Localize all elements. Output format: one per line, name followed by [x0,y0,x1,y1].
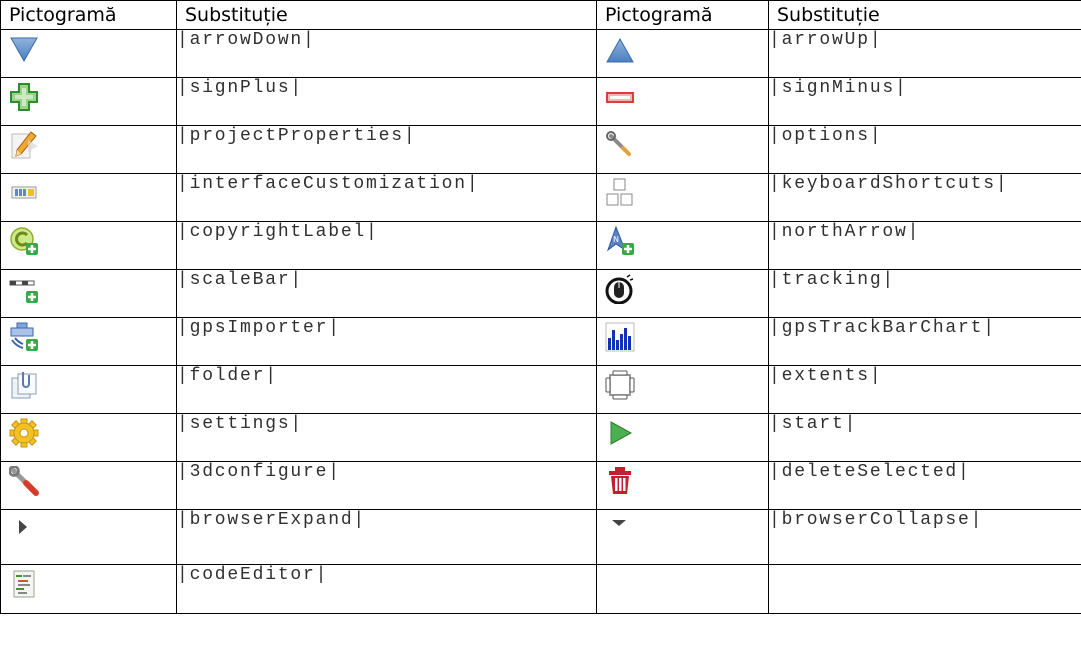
substitution-code: |extents| [768,365,1081,414]
icon-cell [0,365,177,414]
extents-icon [605,370,635,400]
tracking-mouse-icon [605,274,634,304]
icon-cell [596,77,769,126]
substitution-code: |browserExpand| [176,509,597,565]
substitution-code: |gpsImporter| [176,317,597,366]
icon-cell [596,173,769,222]
icon-cell [596,365,769,414]
substitution-code: |projectProperties| [176,125,597,174]
table-row: |arrowDown| |arrowUp| [0,29,1081,78]
icon-cell [596,29,769,78]
table-row: |scaleBar| |tracking| [0,269,1081,318]
arrow-up-icon [606,37,634,63]
header-icon-left: Pictogramă [0,0,177,30]
icon-cell [0,269,177,318]
table-row: |3dconfigure| |deleteSelected| [0,461,1081,510]
code-editor-icon [13,570,35,598]
substitution-code: |northArrow| [768,221,1081,270]
substitution-code: |signPlus| [176,77,597,126]
triangle-right-icon [19,520,27,534]
table-row: |codeEditor| [0,564,1081,614]
icon-cell [0,564,177,614]
gps-import-add-icon [10,322,38,351]
icon-cell [0,317,177,366]
sign-plus-icon [10,83,38,111]
keyboard-squares-icon [606,178,633,206]
substitution-code: |tracking| [768,269,1081,318]
trash-icon [609,467,631,494]
substitution-code: |folder| [176,365,597,414]
bar-chart-icon [605,322,635,352]
table-row: |gpsImporter| |gpsTrackBarChart| [0,317,1081,366]
arrow-down-icon [10,37,38,63]
icon-substitution-table: Pictogramă Substituție Pictogramă Substi… [0,0,1081,614]
header-icon-right: Pictogramă [596,0,769,30]
substitution-code: |signMinus| [768,77,1081,126]
icon-cell [0,77,177,126]
substitution-code: |options| [768,125,1081,174]
table-row: |copyrightLabel| N |northArrow| [0,221,1081,270]
scalebar-add-icon [9,280,38,303]
table-row: |interfaceCustomization| |keyboardShortc… [0,173,1081,222]
substitution-code: |browserCollapse| [768,509,1081,565]
icon-cell [596,413,769,462]
svg-text:N: N [613,235,619,244]
icon-cell [596,317,769,366]
icon-cell [596,509,769,565]
icon-cell [0,509,177,565]
folder-clip-icon [11,372,37,399]
icon-cell [596,125,769,174]
icon-cell [0,461,177,510]
icon-cell [0,221,177,270]
substitution-code: |keyboardShortcuts| [768,173,1081,222]
substitution-code: |copyrightLabel| [176,221,597,270]
icon-cell [596,269,769,318]
substitution-code: |start| [768,413,1081,462]
icon-cell [596,461,769,510]
table-row: |folder| |extents| [0,365,1081,414]
table-row: |projectProperties| |options| [0,125,1081,174]
substitution-code: |gpsTrackBarChart| [768,317,1081,366]
icon-cell [0,173,177,222]
empty-cell [768,564,1081,614]
toolbar-customize-icon [11,186,37,199]
substitution-code: |arrowUp| [768,29,1081,78]
icon-cell: N [596,221,769,270]
substitution-code: |deleteSelected| [768,461,1081,510]
table-row: |signPlus| |signMinus| [0,77,1081,126]
header-row: Pictogramă Substituție Pictogramă Substi… [0,0,1081,30]
icon-cell [0,29,177,78]
icon-cell [0,125,177,174]
substitution-code: |settings| [176,413,597,462]
empty-cell [596,564,769,614]
substitution-code: |codeEditor| [176,564,597,614]
copyright-add-icon [10,227,38,255]
substitution-code: |arrowDown| [176,29,597,78]
substitution-code: |scaleBar| [176,269,597,318]
wrench-icon [9,466,39,496]
sign-minus-icon [606,92,634,103]
substitution-code: |interfaceCustomization| [176,173,597,222]
wrench-small-icon [606,131,631,156]
gear-icon [9,418,39,448]
table-row: |settings| |start| [0,413,1081,462]
north-arrow-add-icon: N [606,226,634,255]
header-code-right: Substituție [768,0,1081,30]
play-icon [610,421,633,445]
triangle-down-icon [612,520,626,526]
substitution-code: |3dconfigure| [176,461,597,510]
table-row: |browserExpand| |browserCollapse| [0,509,1081,565]
icon-cell [0,413,177,462]
pencil-icon [11,131,38,159]
header-code-left: Substituție [176,0,597,30]
